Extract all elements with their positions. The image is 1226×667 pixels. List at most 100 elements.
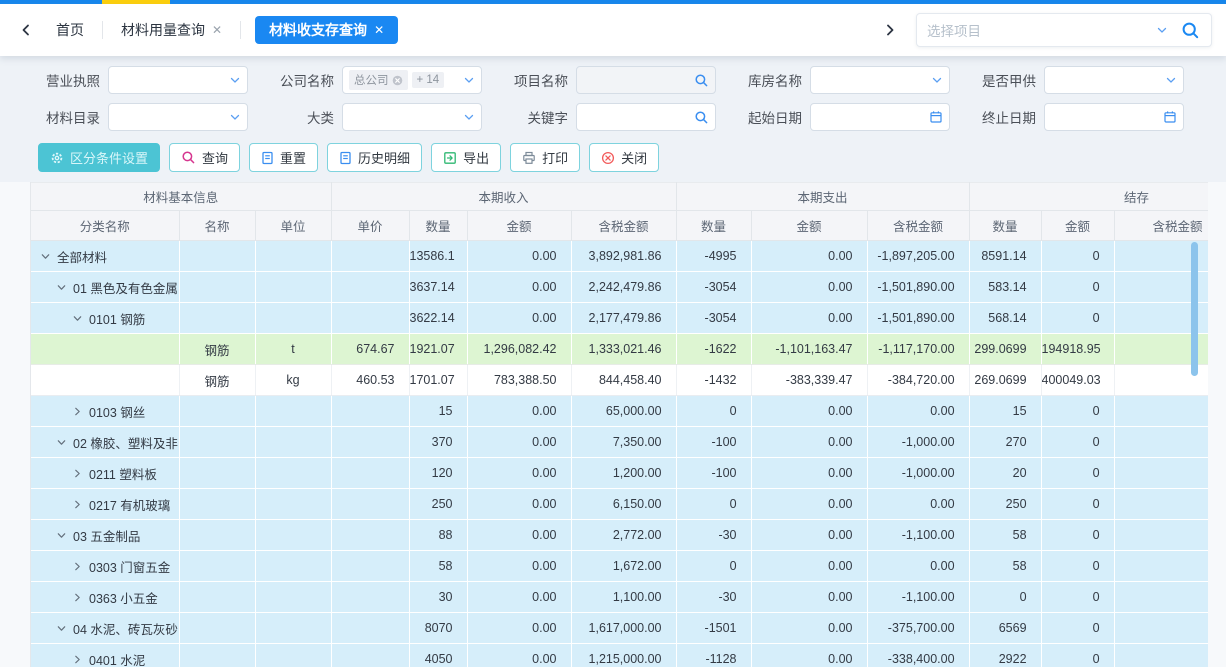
expand-toggle-icon[interactable] — [55, 623, 67, 634]
tab-label: 材料用量查询 — [121, 20, 205, 40]
print-button[interactable]: 打印 — [510, 143, 580, 172]
start-date-input[interactable] — [810, 103, 950, 131]
vertical-scrollbar-thumb[interactable] — [1191, 242, 1198, 376]
cell: 568.14 — [969, 303, 1041, 334]
tag-close-icon[interactable] — [392, 75, 403, 86]
cell: 1,100.00 — [571, 582, 676, 613]
major-category-select[interactable] — [342, 103, 482, 131]
cell: 0.00 — [751, 458, 867, 489]
cell — [179, 582, 255, 613]
business-license-select[interactable] — [108, 66, 248, 94]
search-icon[interactable] — [1180, 20, 1201, 41]
tab-2[interactable]: 材料用量查询 ✕ — [103, 16, 240, 44]
cell: -1,897,205.00 — [867, 241, 969, 272]
cell — [331, 551, 409, 582]
cell: 3637.14 — [409, 272, 467, 303]
tabs-scroll-left-button[interactable] — [14, 18, 38, 42]
end-date-input[interactable] — [1044, 103, 1184, 131]
table-row[interactable]: 0211 塑料板1200.001,200.00-1000.00-1,000.00… — [31, 458, 1208, 489]
tab-1[interactable]: 首页 — [38, 16, 102, 44]
category-name: 0217 有机玻璃 — [89, 495, 170, 514]
project-select[interactable]: 选择项目 — [916, 13, 1212, 47]
export-button[interactable]: 导出 — [431, 143, 501, 172]
cell: 783,388.50 — [467, 365, 571, 396]
table-row[interactable]: 0101 钢筋3622.140.002,177,479.86-30540.00-… — [31, 303, 1208, 334]
cell: 1,333,021.46 — [571, 334, 676, 365]
chevron-down-icon — [229, 111, 241, 123]
expand-toggle-icon[interactable] — [55, 282, 67, 293]
query-button[interactable]: 查询 — [169, 143, 240, 172]
group-header: 本期收入 — [331, 183, 676, 211]
table-row[interactable]: 钢筋t674.671921.071,296,082.421,333,021.46… — [31, 334, 1208, 365]
cell: 65,000.00 — [571, 396, 676, 427]
cell: 1,6 — [1114, 520, 1208, 551]
cell: 269.0699 — [969, 365, 1041, 396]
expand-toggle-icon[interactable] — [55, 437, 67, 448]
tab-bar: 首页材料用量查询 ✕ 材料收支存查询 ✕ 选择项目 — [0, 4, 1226, 56]
project-name-input[interactable] — [576, 66, 716, 94]
table-row[interactable]: 0303 门窗五金580.001,672.0000.000.005801,6 — [31, 551, 1208, 582]
table-row[interactable]: 0217 有机玻璃2500.006,150.0000.000.0025006,1 — [31, 489, 1208, 520]
condition-settings-button[interactable]: 区分条件设置 — [38, 143, 160, 172]
cell: 0.00 — [751, 582, 867, 613]
tabs-scroll-right-button[interactable] — [878, 18, 902, 42]
table-row[interactable]: 全部材料13586.10.003,892,981.86-49950.00-1,8… — [31, 241, 1208, 272]
table-row[interactable]: 0401 水泥40500.001,215,000.00-11280.00-338… — [31, 644, 1208, 667]
close-icon[interactable]: ✕ — [212, 23, 222, 37]
cell — [179, 520, 255, 551]
tab-3[interactable]: 材料收支存查询 ✕ — [255, 16, 398, 44]
cell: 8591.14 — [969, 241, 1041, 272]
expand-toggle-icon[interactable] — [71, 406, 83, 417]
cell — [255, 644, 331, 667]
search-icon[interactable] — [694, 73, 709, 88]
expand-toggle-icon[interactable] — [71, 592, 83, 603]
cell: -1,000.00 — [867, 427, 969, 458]
cell: 299.0699 — [969, 334, 1041, 365]
cell: -1501 — [676, 613, 751, 644]
expand-toggle-icon[interactable] — [55, 530, 67, 541]
filter-row-2: 材料目录大类关键字起始日期终止日期 — [38, 103, 1226, 131]
search-icon[interactable] — [694, 110, 709, 125]
cell: 0 — [676, 396, 751, 427]
filter-label: 库房名称 — [740, 70, 802, 90]
owner-supplied-select[interactable] — [1044, 66, 1184, 94]
table-row[interactable]: 0363 小五金300.001,100.00-300.00-1,100.0000 — [31, 582, 1208, 613]
cell: 0.00 — [467, 303, 571, 334]
cell — [179, 489, 255, 520]
table-row[interactable]: 04 水泥、砖瓦灰砂80700.001,617,000.00-15010.00-… — [31, 613, 1208, 644]
group-header: 材料基本信息 — [31, 183, 331, 211]
close-button[interactable]: 关闭 — [589, 143, 659, 172]
cell: 8070 — [409, 613, 467, 644]
table-row[interactable]: 01 黑色及有色金属3637.140.002,242,479.86-30540.… — [31, 272, 1208, 303]
cell — [331, 396, 409, 427]
cell: 0.00 — [751, 272, 867, 303]
table-row[interactable]: 0103 钢丝150.0065,000.0000.000.0015065,0 — [31, 396, 1208, 427]
column-header: 含税金额 — [867, 211, 969, 241]
warehouse-name-select[interactable] — [810, 66, 950, 94]
table-row[interactable]: 03 五金制品880.002,772.00-300.00-1,100.00580… — [31, 520, 1208, 551]
table-row[interactable]: 02 橡胶、塑料及非3700.007,350.00-1000.00-1,000.… — [31, 427, 1208, 458]
expand-toggle-icon[interactable] — [71, 654, 83, 665]
selected-tag: + 14 — [412, 72, 445, 88]
close-icon[interactable]: ✕ — [374, 23, 384, 37]
history-detail-button[interactable]: 历史明细 — [327, 143, 422, 172]
expand-toggle-icon[interactable] — [71, 313, 83, 324]
reset-button[interactable]: 重置 — [249, 143, 318, 172]
cell: 1,241,3 — [1114, 613, 1208, 644]
company-name-select[interactable]: 总公司+ 14 — [342, 66, 482, 94]
expand-toggle-icon[interactable] — [71, 499, 83, 510]
expand-toggle-icon[interactable] — [71, 561, 83, 572]
cell: 250 — [409, 489, 467, 520]
cell: 6,150.00 — [571, 489, 676, 520]
cell: 400049.03 — [1041, 365, 1114, 396]
document-icon — [339, 151, 352, 165]
material-catalog-select[interactable] — [108, 103, 248, 131]
cell — [179, 551, 255, 582]
tab-label: 材料收支存查询 — [269, 20, 367, 40]
table-row[interactable]: 钢筋kg460.531701.07783,388.50844,458.40-14… — [31, 365, 1208, 396]
cell: 370 — [409, 427, 467, 458]
keyword-input[interactable] — [576, 103, 716, 131]
expand-toggle-icon[interactable] — [71, 468, 83, 479]
column-header: 分类名称 — [31, 211, 179, 241]
expand-toggle-icon[interactable] — [39, 251, 51, 262]
